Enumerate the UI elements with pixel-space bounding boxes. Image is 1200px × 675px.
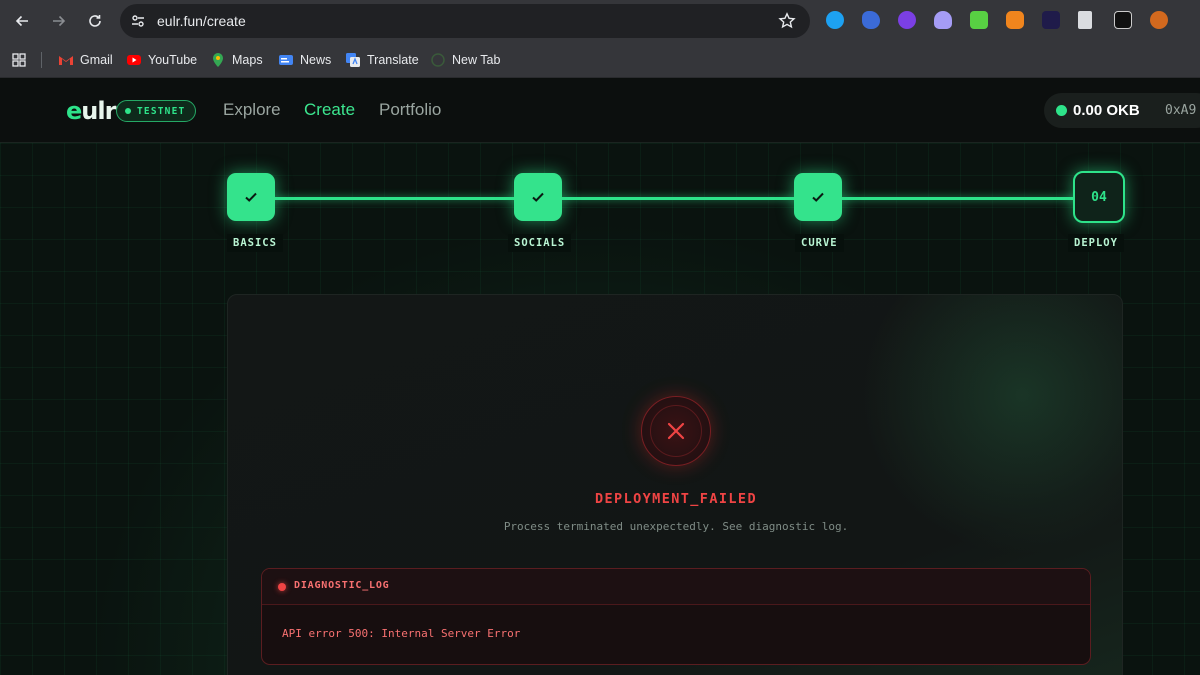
bookmark-gmail[interactable]: Gmail bbox=[58, 51, 113, 69]
log-message: API error 500: Internal Server Error bbox=[282, 627, 521, 640]
bookmark-news[interactable]: News bbox=[278, 51, 331, 69]
bookmark-label: News bbox=[300, 53, 332, 67]
step-basics[interactable] bbox=[227, 173, 275, 221]
create-page: 04 BASICS SOCIALS CURVE DEPLOY DEPLOYMEN… bbox=[0, 143, 1200, 675]
failure-title: DEPLOYMENT_FAILED bbox=[595, 491, 757, 507]
close-x-icon bbox=[667, 422, 685, 440]
news-icon bbox=[279, 55, 293, 65]
nav-create[interactable]: Create bbox=[304, 100, 355, 120]
error-badge-inner bbox=[650, 405, 702, 457]
browser-toolbar: eulr.fun/create bbox=[0, 0, 1200, 42]
bookmark-label: Maps bbox=[232, 53, 263, 67]
bookmarks-bar: Gmail YouTube Maps News Translate New Ta… bbox=[0, 42, 1200, 78]
forward-button[interactable] bbox=[47, 9, 71, 33]
apps-grid-icon[interactable] bbox=[12, 53, 26, 67]
step-curve[interactable] bbox=[794, 173, 842, 221]
extension-document-icon[interactable] bbox=[1078, 11, 1092, 29]
youtube-icon bbox=[127, 55, 141, 65]
bookmark-translate[interactable]: Translate bbox=[345, 51, 419, 69]
gmail-icon bbox=[59, 56, 73, 65]
bookmark-label: Gmail bbox=[80, 53, 113, 67]
step-label-basics: BASICS bbox=[227, 234, 283, 252]
error-badge bbox=[641, 396, 711, 466]
reload-icon bbox=[89, 15, 101, 27]
reload-button[interactable] bbox=[83, 9, 107, 33]
bookmark-star-icon[interactable] bbox=[778, 12, 796, 30]
site-info-icon[interactable] bbox=[130, 13, 146, 29]
logo-text: ulr bbox=[81, 97, 116, 125]
step-connector bbox=[272, 197, 522, 200]
extension-ghost-icon[interactable] bbox=[934, 11, 952, 29]
step-label-socials: SOCIALS bbox=[508, 234, 572, 252]
extension-dice-icon[interactable] bbox=[970, 11, 988, 29]
translate-icon bbox=[346, 53, 360, 67]
failure-subtitle: Process terminated unexpectedly. See dia… bbox=[503, 520, 849, 533]
step-connector bbox=[560, 197, 800, 200]
bookmarks-divider bbox=[41, 52, 42, 68]
bookmark-label: New Tab bbox=[452, 53, 501, 67]
extension-s-icon[interactable] bbox=[1114, 11, 1132, 29]
nav-portfolio[interactable]: Portfolio bbox=[379, 100, 441, 120]
wallet-button[interactable]: 0.00 OKB 0xA9 bbox=[1044, 93, 1200, 128]
wallet-status-dot-icon bbox=[1056, 105, 1067, 116]
network-badge-label: TESTNET bbox=[137, 105, 186, 117]
diagnostic-log: DIAGNOSTIC_LOG API error 500: Internal S… bbox=[261, 568, 1091, 665]
globe-icon bbox=[431, 53, 445, 67]
extension-fox-icon[interactable] bbox=[1006, 11, 1024, 29]
address-bar[interactable]: eulr.fun/create bbox=[120, 4, 810, 38]
checkmark-icon bbox=[532, 192, 544, 202]
extension-flame-icon[interactable] bbox=[1150, 11, 1168, 29]
bookmark-label: Translate bbox=[367, 53, 419, 67]
checkmark-icon bbox=[812, 192, 824, 202]
extension-eye-icon[interactable] bbox=[898, 11, 916, 29]
bookmark-label: YouTube bbox=[148, 53, 198, 67]
arrow-left-icon bbox=[15, 15, 28, 27]
eulr-logo[interactable]: eulr bbox=[66, 97, 116, 125]
logo-accent-letter: e bbox=[66, 97, 82, 125]
step-number: 04 bbox=[1091, 189, 1107, 205]
diagnostic-log-header: DIAGNOSTIC_LOG bbox=[262, 569, 1090, 605]
network-badge: TESTNET bbox=[116, 100, 197, 122]
step-socials[interactable] bbox=[514, 173, 562, 221]
error-dot-icon bbox=[278, 583, 286, 591]
nav-explore[interactable]: Explore bbox=[223, 100, 281, 120]
bookmark-youtube[interactable]: YouTube bbox=[126, 51, 197, 69]
card-glow bbox=[862, 295, 1122, 555]
wallet-address: 0xA9 bbox=[1165, 103, 1197, 118]
diagnostic-log-title: DIAGNOSTIC_LOG bbox=[294, 580, 390, 591]
checkmark-icon bbox=[245, 192, 257, 202]
status-dot-icon bbox=[125, 108, 131, 114]
bookmark-new-tab[interactable]: New Tab bbox=[430, 51, 500, 69]
back-button[interactable] bbox=[10, 9, 34, 33]
step-connector bbox=[840, 197, 1080, 200]
bookmark-maps[interactable]: Maps bbox=[210, 51, 263, 69]
url-text: eulr.fun/create bbox=[157, 13, 246, 29]
step-label-curve: CURVE bbox=[795, 234, 844, 252]
arrow-right-icon bbox=[53, 15, 66, 27]
maps-pin-icon bbox=[213, 53, 223, 67]
extension-bird-icon[interactable] bbox=[862, 11, 880, 29]
step-label-deploy: DEPLOY bbox=[1068, 234, 1124, 252]
wallet-balance: 0.00 OKB bbox=[1073, 102, 1140, 119]
step-deploy[interactable]: 04 bbox=[1073, 171, 1125, 223]
extension-refresh-icon[interactable] bbox=[826, 11, 844, 29]
deploy-result-card: DEPLOYMENT_FAILED Process terminated une… bbox=[227, 294, 1123, 675]
extension-star-icon[interactable] bbox=[1042, 11, 1060, 29]
